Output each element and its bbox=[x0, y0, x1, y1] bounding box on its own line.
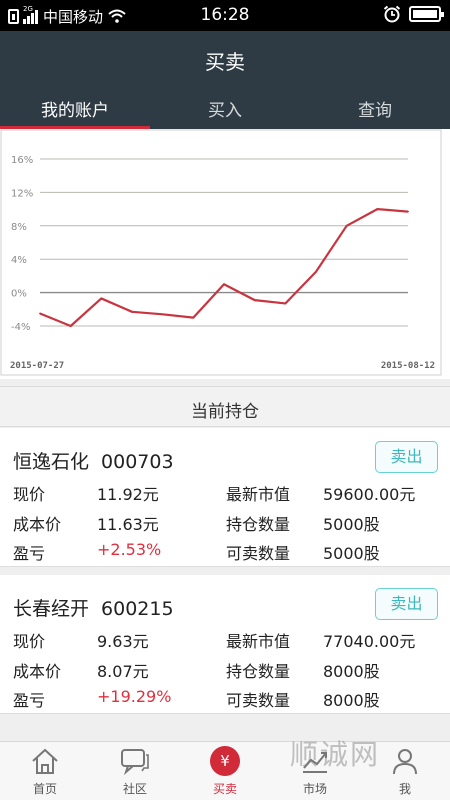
watermark: 顺诚网 bbox=[290, 738, 381, 771]
value-sellable: 8000股 bbox=[323, 691, 380, 710]
data-point bbox=[69, 325, 72, 327]
data-point bbox=[100, 297, 103, 300]
battery-icon bbox=[409, 6, 444, 22]
data-point bbox=[315, 270, 317, 273]
tab-bar-top: 我的账户 买入 查询 bbox=[0, 83, 450, 129]
profit-chart: 16% 12% 8% 4% 0% -4% 2015-07-27 2015-08-12 bbox=[0, 129, 450, 379]
sell-button[interactable]: 卖出 bbox=[375, 441, 438, 473]
y-tick-label: 12% bbox=[11, 188, 33, 199]
label-market-value: 最新市值 bbox=[226, 485, 291, 504]
y-tick-label: -4% bbox=[11, 322, 30, 333]
value-quantity: 5000股 bbox=[323, 515, 380, 534]
alarm-icon bbox=[383, 5, 401, 23]
value-price: 9.63元 bbox=[97, 632, 149, 651]
value-price: 11.92元 bbox=[97, 485, 159, 504]
data-point bbox=[253, 299, 256, 302]
stock-name: 长春经开 bbox=[13, 598, 90, 620]
page-title: 买卖 bbox=[205, 50, 245, 74]
tabbar-label: 我 bbox=[398, 782, 411, 796]
sell-button[interactable]: 卖出 bbox=[375, 588, 438, 620]
label-quantity: 持仓数量 bbox=[226, 662, 291, 681]
y-tick-label: 4% bbox=[11, 255, 27, 266]
y-tick-label: 0% bbox=[11, 289, 27, 300]
series-line bbox=[39, 207, 409, 328]
data-point bbox=[192, 316, 195, 319]
tabbar-item-trade[interactable]: ¥ 买卖 bbox=[180, 742, 270, 800]
holding-row-pnl: 盈亏 +2.53% 可卖数量 5000股 bbox=[0, 540, 450, 563]
status-right bbox=[383, 5, 444, 23]
x-end-label: 2015-08-12 bbox=[381, 361, 435, 371]
label-sellable: 可卖数量 bbox=[226, 691, 291, 710]
tabbar-label: 首页 bbox=[32, 782, 57, 796]
status-bar: 2G 中国移动 16:28 bbox=[0, 0, 450, 31]
holding-title: 恒逸石化 000703 bbox=[13, 447, 174, 474]
tab-query[interactable]: 查询 bbox=[300, 83, 450, 129]
label-sellable: 可卖数量 bbox=[226, 544, 291, 563]
label-market-value: 最新市值 bbox=[226, 632, 291, 651]
value-quantity: 8000股 bbox=[323, 662, 380, 681]
holding-row-cost: 成本价 8.07元 持仓数量 8000股 bbox=[0, 658, 450, 681]
value-pnl: +2.53% bbox=[97, 540, 162, 559]
tabbar-item-community[interactable]: 社区 bbox=[90, 742, 180, 800]
data-point bbox=[376, 208, 379, 210]
tabbar-label: 买卖 bbox=[212, 782, 237, 796]
holding-title: 长春经开 600215 bbox=[13, 594, 174, 621]
value-pnl: +19.29% bbox=[97, 687, 172, 706]
yuan-icon: ¥ bbox=[210, 746, 240, 776]
home-icon bbox=[32, 748, 58, 774]
value-cost: 11.63元 bbox=[97, 515, 159, 534]
chat-icon bbox=[121, 749, 149, 776]
tab-my-account[interactable]: 我的账户 bbox=[0, 83, 150, 129]
data-point bbox=[223, 283, 225, 286]
holding-row-cost: 成本价 11.63元 持仓数量 5000股 bbox=[0, 511, 450, 534]
label-pnl: 盈亏 bbox=[13, 691, 46, 710]
label-cost: 成本价 bbox=[13, 662, 62, 681]
stock-code: 600215 bbox=[101, 598, 174, 620]
tab-buy[interactable]: 买入 bbox=[150, 83, 300, 129]
tabbar-label: 市场 bbox=[302, 782, 327, 796]
holding-row-price: 现价 9.63元 最新市值 77040.00元 bbox=[0, 628, 450, 651]
holding-row-price: 现价 11.92元 最新市值 59600.00元 bbox=[0, 481, 450, 504]
value-market-value: 77040.00元 bbox=[323, 632, 416, 651]
tabbar-item-home[interactable]: 首页 bbox=[0, 742, 90, 800]
data-point bbox=[345, 224, 348, 227]
y-tick-label: 16% bbox=[11, 155, 33, 166]
label-quantity: 持仓数量 bbox=[226, 515, 291, 534]
section-header-holdings: 当前持仓 bbox=[0, 386, 450, 427]
y-tick-label: 8% bbox=[11, 222, 27, 233]
stock-name: 恒逸石化 bbox=[13, 451, 90, 473]
holding-row-pnl: 盈亏 +19.29% 可卖数量 8000股 bbox=[0, 687, 450, 710]
value-sellable: 5000股 bbox=[323, 544, 380, 563]
tabbar-label: 社区 bbox=[122, 782, 147, 796]
data-point bbox=[131, 310, 133, 313]
holding-card: 长春经开 600215 卖出 现价 9.63元 最新市值 77040.00元 成本… bbox=[0, 575, 450, 714]
label-price: 现价 bbox=[13, 485, 46, 504]
x-start-label: 2015-07-27 bbox=[10, 361, 64, 371]
value-market-value: 59600.00元 bbox=[323, 485, 416, 504]
label-pnl: 盈亏 bbox=[13, 544, 46, 563]
chart-frame bbox=[0, 129, 442, 376]
stock-code: 000703 bbox=[101, 451, 174, 473]
label-cost: 成本价 bbox=[13, 515, 62, 534]
app-header: 买卖 我的账户 买入 查询 bbox=[0, 31, 450, 129]
data-point bbox=[161, 313, 164, 316]
holding-card: 恒逸石化 000703 卖出 现价 11.92元 最新市值 59600.00元 成… bbox=[0, 428, 450, 567]
value-cost: 8.07元 bbox=[97, 662, 149, 681]
data-point bbox=[407, 210, 409, 213]
label-price: 现价 bbox=[13, 632, 46, 651]
data-point bbox=[284, 302, 287, 305]
profit-chart-svg: 16% 12% 8% 4% 0% -4% 2015-07-27 2015-08-12 bbox=[0, 129, 442, 376]
data-point bbox=[39, 312, 41, 315]
